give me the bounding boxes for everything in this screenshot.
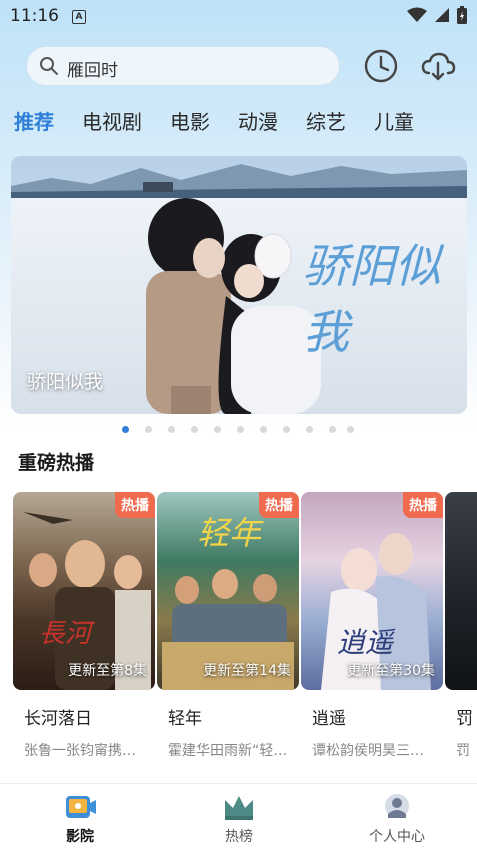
drama-card[interactable]: 罚 罚 bbox=[445, 492, 477, 772]
nav-hot-list[interactable]: 热榜 bbox=[179, 784, 299, 850]
svg-text:轻年: 轻年 bbox=[197, 514, 264, 552]
bottom-navigation: 影院 热榜 个人中心 bbox=[0, 783, 477, 850]
tab-recommend[interactable]: 推荐 bbox=[14, 106, 54, 136]
nav-label: 个人中心 bbox=[369, 829, 425, 845]
poster-image bbox=[445, 492, 477, 690]
tab-variety[interactable]: 综艺 bbox=[306, 106, 346, 136]
pager-dot[interactable] bbox=[122, 426, 129, 433]
episode-update: 更新至第8集 bbox=[68, 663, 147, 679]
tab-anime[interactable]: 动漫 bbox=[238, 106, 278, 136]
poster-image: 長河 热播 更新至第8集 bbox=[13, 492, 155, 690]
profile-icon bbox=[385, 794, 409, 818]
poster-image: 轻年 热播 更新至第14集 bbox=[157, 492, 299, 690]
pager-dot[interactable] bbox=[168, 426, 175, 433]
history-clock-icon[interactable] bbox=[363, 48, 399, 84]
svg-text:逍遥: 逍遥 bbox=[337, 626, 396, 659]
pager-dot[interactable] bbox=[347, 426, 354, 433]
cloud-download-icon[interactable] bbox=[420, 48, 456, 84]
cinema-icon bbox=[66, 796, 96, 818]
drama-card[interactable]: 長河 热播 更新至第8集 长河落日 张鲁一张钧甯携… bbox=[13, 492, 155, 759]
wifi-icon bbox=[407, 7, 427, 22]
card-title: 长河落日 bbox=[24, 709, 92, 729]
drama-card[interactable]: 逍遥 热播 更新至第30集 逍遥 谭松韵侯明昊三… bbox=[301, 492, 443, 759]
nav-profile[interactable]: 个人中心 bbox=[337, 784, 457, 850]
pager-dot[interactable] bbox=[237, 426, 244, 433]
pager-dot[interactable] bbox=[283, 426, 290, 433]
pager-dot[interactable] bbox=[214, 426, 221, 433]
section-title: 重磅热播 bbox=[18, 452, 95, 474]
pager-dot[interactable] bbox=[260, 426, 267, 433]
notification-a-icon: A bbox=[72, 10, 86, 24]
svg-text:長河: 長河 bbox=[39, 619, 96, 649]
card-description: 霍建华田雨新“轻… bbox=[168, 743, 288, 759]
nav-label: 影院 bbox=[66, 829, 94, 845]
hot-badge: 热播 bbox=[115, 492, 155, 518]
pager-dot[interactable] bbox=[329, 426, 336, 433]
hot-badge: 热播 bbox=[403, 492, 443, 518]
episode-update: 更新至第14集 bbox=[203, 663, 291, 679]
episode-update: 更新至第30集 bbox=[347, 663, 435, 679]
search-bar[interactable]: 雁回时 bbox=[26, 46, 340, 86]
category-tabs: 推荐 电视剧 电影 动漫 综艺 儿童 bbox=[14, 106, 442, 136]
pager-dot[interactable] bbox=[306, 426, 313, 433]
card-title: 罚 bbox=[456, 709, 473, 729]
hot-badge: 热播 bbox=[259, 492, 299, 518]
crown-icon bbox=[225, 796, 253, 820]
poster-image: 逍遥 热播 更新至第30集 bbox=[301, 492, 443, 690]
tab-kids[interactable]: 儿童 bbox=[374, 106, 414, 136]
card-description: 罚 bbox=[456, 743, 470, 759]
card-title: 轻年 bbox=[168, 709, 202, 729]
card-description: 张鲁一张钧甯携… bbox=[24, 743, 136, 759]
battery-icon bbox=[457, 6, 467, 24]
card-title: 逍遥 bbox=[312, 709, 346, 729]
nav-label: 热榜 bbox=[225, 829, 253, 845]
search-icon bbox=[40, 57, 58, 75]
drama-card[interactable]: 轻年 热播 更新至第14集 轻年 霍建华田雨新“轻… bbox=[157, 492, 299, 759]
tab-tv-series[interactable]: 电视剧 bbox=[82, 106, 142, 136]
banner-title: 骄阳似我 bbox=[27, 371, 104, 393]
status-bar: 11:16 A bbox=[0, 0, 477, 34]
card-description: 谭松韵侯明昊三… bbox=[312, 743, 424, 759]
status-time: 11:16 bbox=[10, 6, 59, 26]
search-placeholder: 雁回时 bbox=[67, 61, 118, 81]
tab-movies[interactable]: 电影 bbox=[170, 106, 210, 136]
signal-icon bbox=[435, 8, 449, 22]
pager-dot[interactable] bbox=[145, 426, 152, 433]
nav-cinema[interactable]: 影院 bbox=[20, 784, 140, 850]
pager-dot[interactable] bbox=[191, 426, 198, 433]
banner-calligraphy: 骄阳似我 bbox=[303, 239, 441, 359]
